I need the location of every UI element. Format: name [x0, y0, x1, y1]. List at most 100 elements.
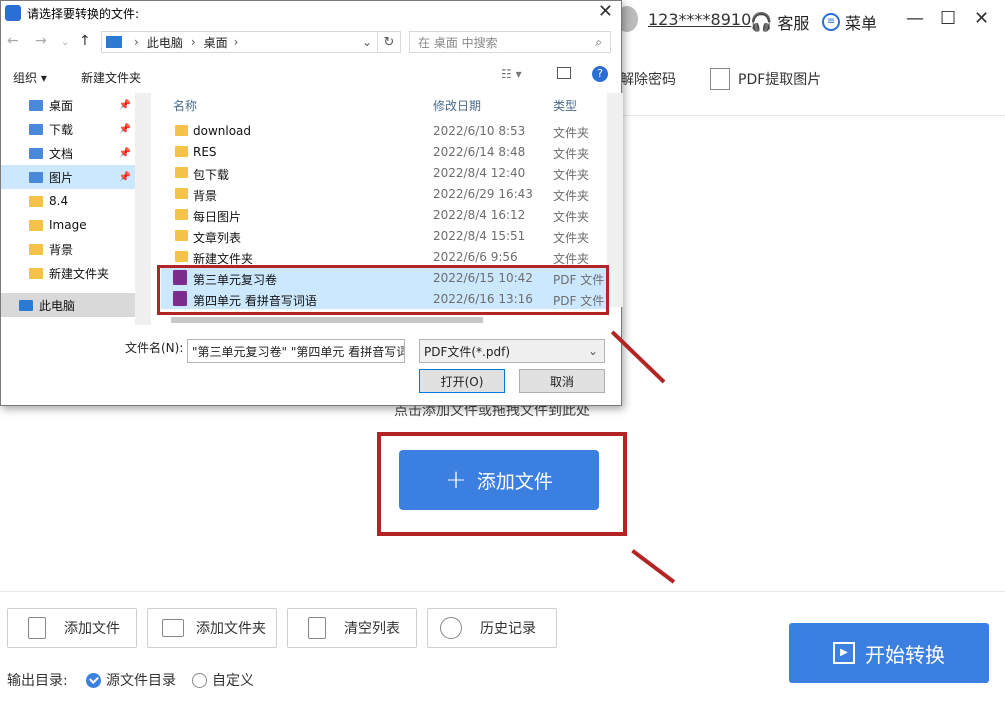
tool-remove-password[interactable]: 解除密码 — [620, 62, 676, 96]
folder-icon — [175, 251, 188, 262]
file-add-icon — [28, 617, 46, 639]
new-folder-button[interactable]: 新建文件夹 — [81, 69, 141, 86]
path-this-pc[interactable]: 此电脑 — [147, 34, 183, 51]
close-button[interactable]: ✕ — [974, 8, 989, 29]
folder-icon — [29, 219, 43, 231]
output-custom-radio[interactable]: 自定义 — [192, 670, 254, 690]
chevron-down-icon[interactable]: ⌄ — [362, 35, 372, 49]
nav-item[interactable]: 下载 📌 — [1, 117, 135, 141]
filename-value: "第三单元复习卷" "第四单元 看拼音写词语" — [192, 344, 405, 359]
minimize-button[interactable]: — — [906, 8, 924, 29]
view-options-icon[interactable]: ☷ ▾ — [501, 67, 522, 81]
nav-item-label: 下载 — [49, 122, 74, 137]
menu-label: 菜单 — [845, 14, 878, 33]
address-bar[interactable]: › 此电脑 › 桌面 › ⌄ — [101, 31, 401, 53]
chevron-right-icon: › — [190, 35, 196, 49]
bottom-divider — [0, 591, 1005, 592]
location-icon — [19, 299, 33, 311]
clear-list-label: 清空列表 — [344, 621, 400, 637]
file-type: 文件夹 — [553, 126, 590, 140]
filename-label: 文件名(N): — [125, 341, 184, 355]
path-desktop[interactable]: 桌面 — [204, 34, 228, 51]
tool-extract-images[interactable]: PDF提取图片 — [710, 62, 821, 96]
radio-empty-icon — [192, 672, 207, 688]
organize-menu[interactable]: 组织 ▾ — [13, 69, 47, 86]
chevron-right-icon: › — [134, 35, 139, 49]
nav-item-label: 图片 — [49, 170, 74, 185]
pin-icon: 📌 — [118, 171, 131, 183]
nav-item-label: 此电脑 — [39, 298, 76, 313]
nav-item-label: 8.4 — [49, 194, 69, 208]
add-folder-button[interactable]: 添加文件夹 — [147, 608, 277, 648]
file-row[interactable]: RES 2022/6/14 8:48 文件夹 — [161, 141, 607, 162]
up-icon[interactable]: ↑ — [79, 33, 91, 49]
search-placeholder: 在 桌面 中搜索 — [418, 35, 498, 50]
dialog-title: 请选择要转换的文件: — [27, 6, 140, 21]
clock-icon — [440, 617, 462, 639]
horizontal-scrollbar[interactable] — [171, 317, 483, 323]
preview-pane-icon[interactable] — [557, 67, 571, 79]
radio-checked-icon — [86, 672, 101, 688]
file-row[interactable]: 新建文件夹 2022/6/6 9:56 文件夹 — [161, 246, 607, 267]
back-icon[interactable]: ← — [7, 33, 19, 49]
file-name: 文章列表 — [193, 231, 242, 245]
add-file-main-button[interactable]: + 添加文件 — [399, 450, 599, 510]
menu-button[interactable]: ≡ 菜单 — [822, 10, 877, 34]
open-button[interactable]: 打开(O) — [419, 369, 505, 393]
nav-item[interactable]: Image — [1, 213, 135, 237]
dialog-search-box[interactable]: 在 桌面 中搜索 ⌕ — [409, 31, 611, 53]
file-row[interactable]: download 2022/6/10 8:53 文件夹 — [161, 120, 607, 141]
file-row[interactable]: 文章列表 2022/8/4 15:51 文件夹 — [161, 225, 607, 246]
nav-scrollbar[interactable] — [135, 93, 151, 325]
start-convert-button[interactable]: ▶ 开始转换 — [789, 623, 989, 683]
nav-item[interactable]: 图片 📌 — [1, 165, 135, 189]
nav-item-label: 背景 — [49, 242, 74, 257]
file-date: 2022/8/4 15:51 — [433, 229, 526, 243]
folder-icon — [29, 243, 43, 255]
dialog-nav-pane: 桌面 📌 下载 📌 文档 📌 图片 📌 8.4 Image 背景 新建文件夹 此电脑 — [1, 93, 151, 325]
cancel-button[interactable]: 取消 — [519, 369, 605, 393]
maximize-button[interactable]: ☐ — [940, 8, 956, 29]
nav-item[interactable]: 此电脑 — [1, 293, 135, 317]
column-date[interactable]: 修改日期 — [433, 97, 481, 119]
plus-icon: + — [445, 465, 467, 495]
clear-list-button[interactable]: 清空列表 — [287, 608, 417, 648]
forward-icon[interactable]: → — [35, 33, 47, 49]
file-name: 包下载 — [193, 168, 230, 182]
file-row[interactable]: 背景 2022/6/29 16:43 文件夹 — [161, 183, 607, 204]
file-row[interactable]: 包下载 2022/8/4 12:40 文件夹 — [161, 162, 607, 183]
location-icon — [29, 171, 43, 183]
start-convert-label: 开始转换 — [865, 642, 945, 667]
user-account[interactable]: 123****8910 — [648, 10, 751, 29]
folder-add-icon — [162, 619, 184, 637]
nav-item[interactable]: 文档 📌 — [1, 141, 135, 165]
nav-item[interactable]: 新建文件夹 — [1, 261, 135, 285]
column-name[interactable]: 名称 — [173, 97, 197, 119]
nav-item[interactable]: 桌面 📌 — [1, 93, 135, 117]
filename-input[interactable]: "第三单元复习卷" "第四单元 看拼音写词语" — [187, 339, 405, 363]
refresh-button[interactable]: ↻ — [377, 31, 401, 53]
list-scrollbar[interactable] — [607, 93, 623, 307]
help-icon[interactable]: ? — [592, 66, 608, 82]
app-icon — [5, 5, 21, 21]
file-type: 文件夹 — [553, 189, 590, 203]
add-file-button[interactable]: 添加文件 — [7, 608, 137, 648]
file-date: 2022/6/29 16:43 — [433, 187, 533, 201]
history-button[interactable]: 历史记录 — [427, 608, 557, 648]
file-row[interactable]: 每日图片 2022/8/4 16:12 文件夹 — [161, 204, 607, 225]
pin-icon: 📌 — [118, 147, 131, 159]
file-date: 2022/6/14 8:48 — [433, 145, 526, 159]
nav-item[interactable]: 背景 — [1, 237, 135, 261]
dialog-close-button[interactable]: ✕ — [598, 1, 613, 22]
output-source-radio[interactable]: 源文件目录 — [86, 670, 176, 690]
filetype-select[interactable]: PDF文件(*.pdf) ⌄ — [419, 339, 605, 363]
computer-icon — [106, 36, 122, 48]
folder-icon — [175, 125, 188, 136]
nav-item[interactable]: 8.4 — [1, 189, 135, 213]
column-type[interactable]: 类型 — [553, 97, 577, 119]
service-button[interactable]: 🎧 客服 — [750, 10, 809, 34]
file-date: 2022/6/10 8:53 — [433, 124, 526, 138]
nav-item-label: 文档 — [49, 146, 74, 161]
recent-dropdown-icon[interactable]: ⌄ — [61, 37, 69, 48]
dialog-titlebar: 请选择要转换的文件: — [1, 1, 621, 25]
